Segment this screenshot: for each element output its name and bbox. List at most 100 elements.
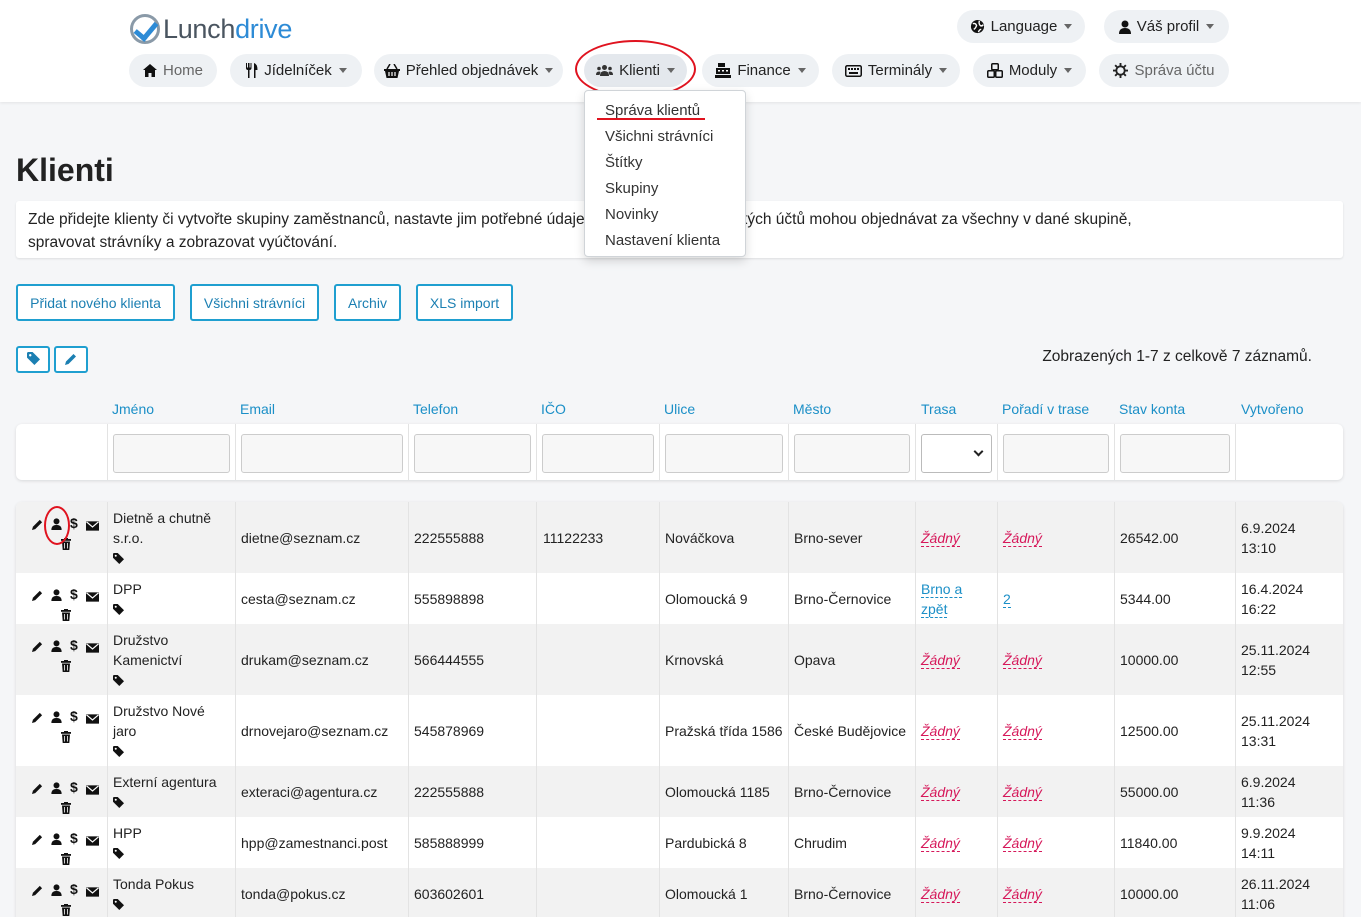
user-icon[interactable]	[51, 589, 62, 604]
envelope-icon[interactable]	[86, 590, 99, 605]
client-name[interactable]: Družstvo Kamenictví	[113, 630, 182, 670]
profile-button[interactable]: Váš profil	[1104, 10, 1229, 43]
route-link[interactable]: Žádný	[921, 721, 960, 741]
pencil-icon[interactable]	[32, 782, 43, 797]
dollar-icon[interactable]: $	[70, 515, 78, 531]
pencil-icon[interactable]	[32, 833, 43, 848]
route-order-link[interactable]: Žádný	[1003, 833, 1042, 853]
filter-street-input[interactable]	[665, 434, 783, 473]
client-name[interactable]: DPP	[113, 579, 142, 599]
dollar-icon[interactable]: $	[70, 708, 78, 724]
filter-phone-input[interactable]	[414, 434, 531, 473]
nav-orders[interactable]: Přehled objednávek	[374, 54, 563, 87]
column-header-phone[interactable]: Telefon	[413, 401, 458, 417]
dropdown-item-client-management[interactable]: Správa klientů	[585, 98, 745, 124]
envelope-icon[interactable]	[86, 519, 99, 534]
dropdown-item-groups[interactable]: Skupiny	[585, 176, 745, 202]
route-link[interactable]: Žádný	[921, 650, 960, 670]
tag-icon[interactable]	[113, 898, 124, 913]
dollar-icon[interactable]: $	[70, 779, 78, 795]
tag-icon[interactable]	[113, 674, 124, 689]
user-icon[interactable]	[51, 782, 62, 797]
pencil-icon[interactable]	[32, 589, 43, 604]
route-link[interactable]: Brno a zpět	[921, 579, 963, 619]
bulk-edit-button[interactable]	[54, 346, 88, 373]
column-header-balance[interactable]: Stav konta	[1119, 401, 1185, 417]
client-name[interactable]: Dietně a chutně s.r.o.	[113, 508, 211, 548]
client-name[interactable]: Externí agentura	[113, 772, 217, 792]
filter-city-input[interactable]	[794, 434, 910, 473]
column-header-ico[interactable]: IČO	[541, 401, 566, 417]
dollar-icon[interactable]: $	[70, 586, 78, 602]
column-header-city[interactable]: Město	[793, 401, 831, 417]
trash-icon[interactable]	[61, 660, 71, 675]
column-header-email[interactable]: Email	[240, 401, 275, 417]
filter-name-input[interactable]	[113, 434, 230, 473]
trash-icon[interactable]	[61, 853, 71, 868]
trash-icon[interactable]	[61, 904, 71, 917]
tag-icon[interactable]	[113, 745, 124, 760]
route-order-link[interactable]: Žádný	[1003, 782, 1042, 802]
route-link[interactable]: Žádný	[921, 884, 960, 904]
xls-import-button[interactable]: XLS import	[416, 284, 513, 321]
route-order-link[interactable]: 2	[1003, 589, 1011, 609]
tag-icon[interactable]	[113, 796, 124, 811]
route-link[interactable]: Žádný	[921, 833, 960, 853]
column-header-created[interactable]: Vytvořeno	[1241, 401, 1304, 417]
user-icon[interactable]	[51, 640, 62, 655]
all-diners-button[interactable]: Všichni strávníci	[190, 284, 319, 321]
pencil-icon[interactable]	[32, 640, 43, 655]
nav-clients[interactable]: Klienti	[584, 54, 687, 87]
column-header-name[interactable]: Jméno	[112, 401, 154, 417]
route-order-link[interactable]: Žádný	[1003, 884, 1042, 904]
dollar-icon[interactable]: $	[70, 830, 78, 846]
language-button[interactable]: Language	[957, 10, 1085, 43]
add-client-button[interactable]: Přidat nového klienta	[16, 284, 175, 321]
nav-modules[interactable]: Moduly	[973, 54, 1086, 87]
user-icon[interactable]	[51, 884, 62, 899]
envelope-icon[interactable]	[86, 885, 99, 900]
route-order-link[interactable]: Žádný	[1003, 721, 1042, 741]
envelope-icon[interactable]	[86, 834, 99, 849]
trash-icon[interactable]	[61, 609, 71, 624]
user-icon[interactable]	[51, 711, 62, 726]
tag-icon[interactable]	[113, 552, 124, 567]
column-header-street[interactable]: Ulice	[664, 401, 695, 417]
pencil-icon[interactable]	[32, 711, 43, 726]
dropdown-item-client-settings[interactable]: Nastavení klienta	[585, 228, 745, 254]
route-order-link[interactable]: Žádný	[1003, 650, 1042, 670]
filter-route-select[interactable]	[921, 434, 992, 473]
user-icon[interactable]	[51, 833, 62, 848]
envelope-icon[interactable]	[86, 641, 99, 656]
envelope-icon[interactable]	[86, 783, 99, 798]
user-icon[interactable]	[51, 518, 62, 533]
archive-button[interactable]: Archiv	[334, 284, 401, 321]
tag-filter-button[interactable]	[16, 346, 50, 373]
client-name[interactable]: HPP	[113, 823, 142, 843]
envelope-icon[interactable]	[86, 712, 99, 727]
nav-menu[interactable]: Jídelníček	[230, 54, 362, 87]
tag-icon[interactable]	[113, 847, 124, 862]
lunchdrive-logo[interactable]: Lunchdrive	[130, 12, 292, 46]
dropdown-item-all-diners[interactable]: Všichni strávníci	[585, 124, 745, 150]
dollar-icon[interactable]: $	[70, 637, 78, 653]
filter-email-input[interactable]	[241, 434, 403, 473]
pencil-icon[interactable]	[32, 518, 43, 533]
route-link[interactable]: Žádný	[921, 528, 960, 548]
dollar-icon[interactable]: $	[70, 881, 78, 897]
dropdown-item-tags[interactable]: Štítky	[585, 150, 745, 176]
route-link[interactable]: Žádný	[921, 782, 960, 802]
nav-home[interactable]: Home	[129, 54, 217, 87]
filter-ico-input[interactable]	[542, 434, 654, 473]
trash-icon[interactable]	[61, 802, 71, 817]
nav-terminals[interactable]: Terminály	[832, 54, 960, 87]
column-header-route-order[interactable]: Pořadí v trase	[1002, 401, 1089, 417]
filter-balance-input[interactable]	[1120, 434, 1230, 473]
column-header-route[interactable]: Trasa	[921, 401, 956, 417]
route-order-link[interactable]: Žádný	[1003, 528, 1042, 548]
trash-icon[interactable]	[61, 731, 71, 746]
pencil-icon[interactable]	[32, 884, 43, 899]
nav-finance[interactable]: Finance	[702, 54, 819, 87]
filter-route-order-input[interactable]	[1003, 434, 1109, 473]
trash-icon[interactable]	[61, 538, 71, 553]
